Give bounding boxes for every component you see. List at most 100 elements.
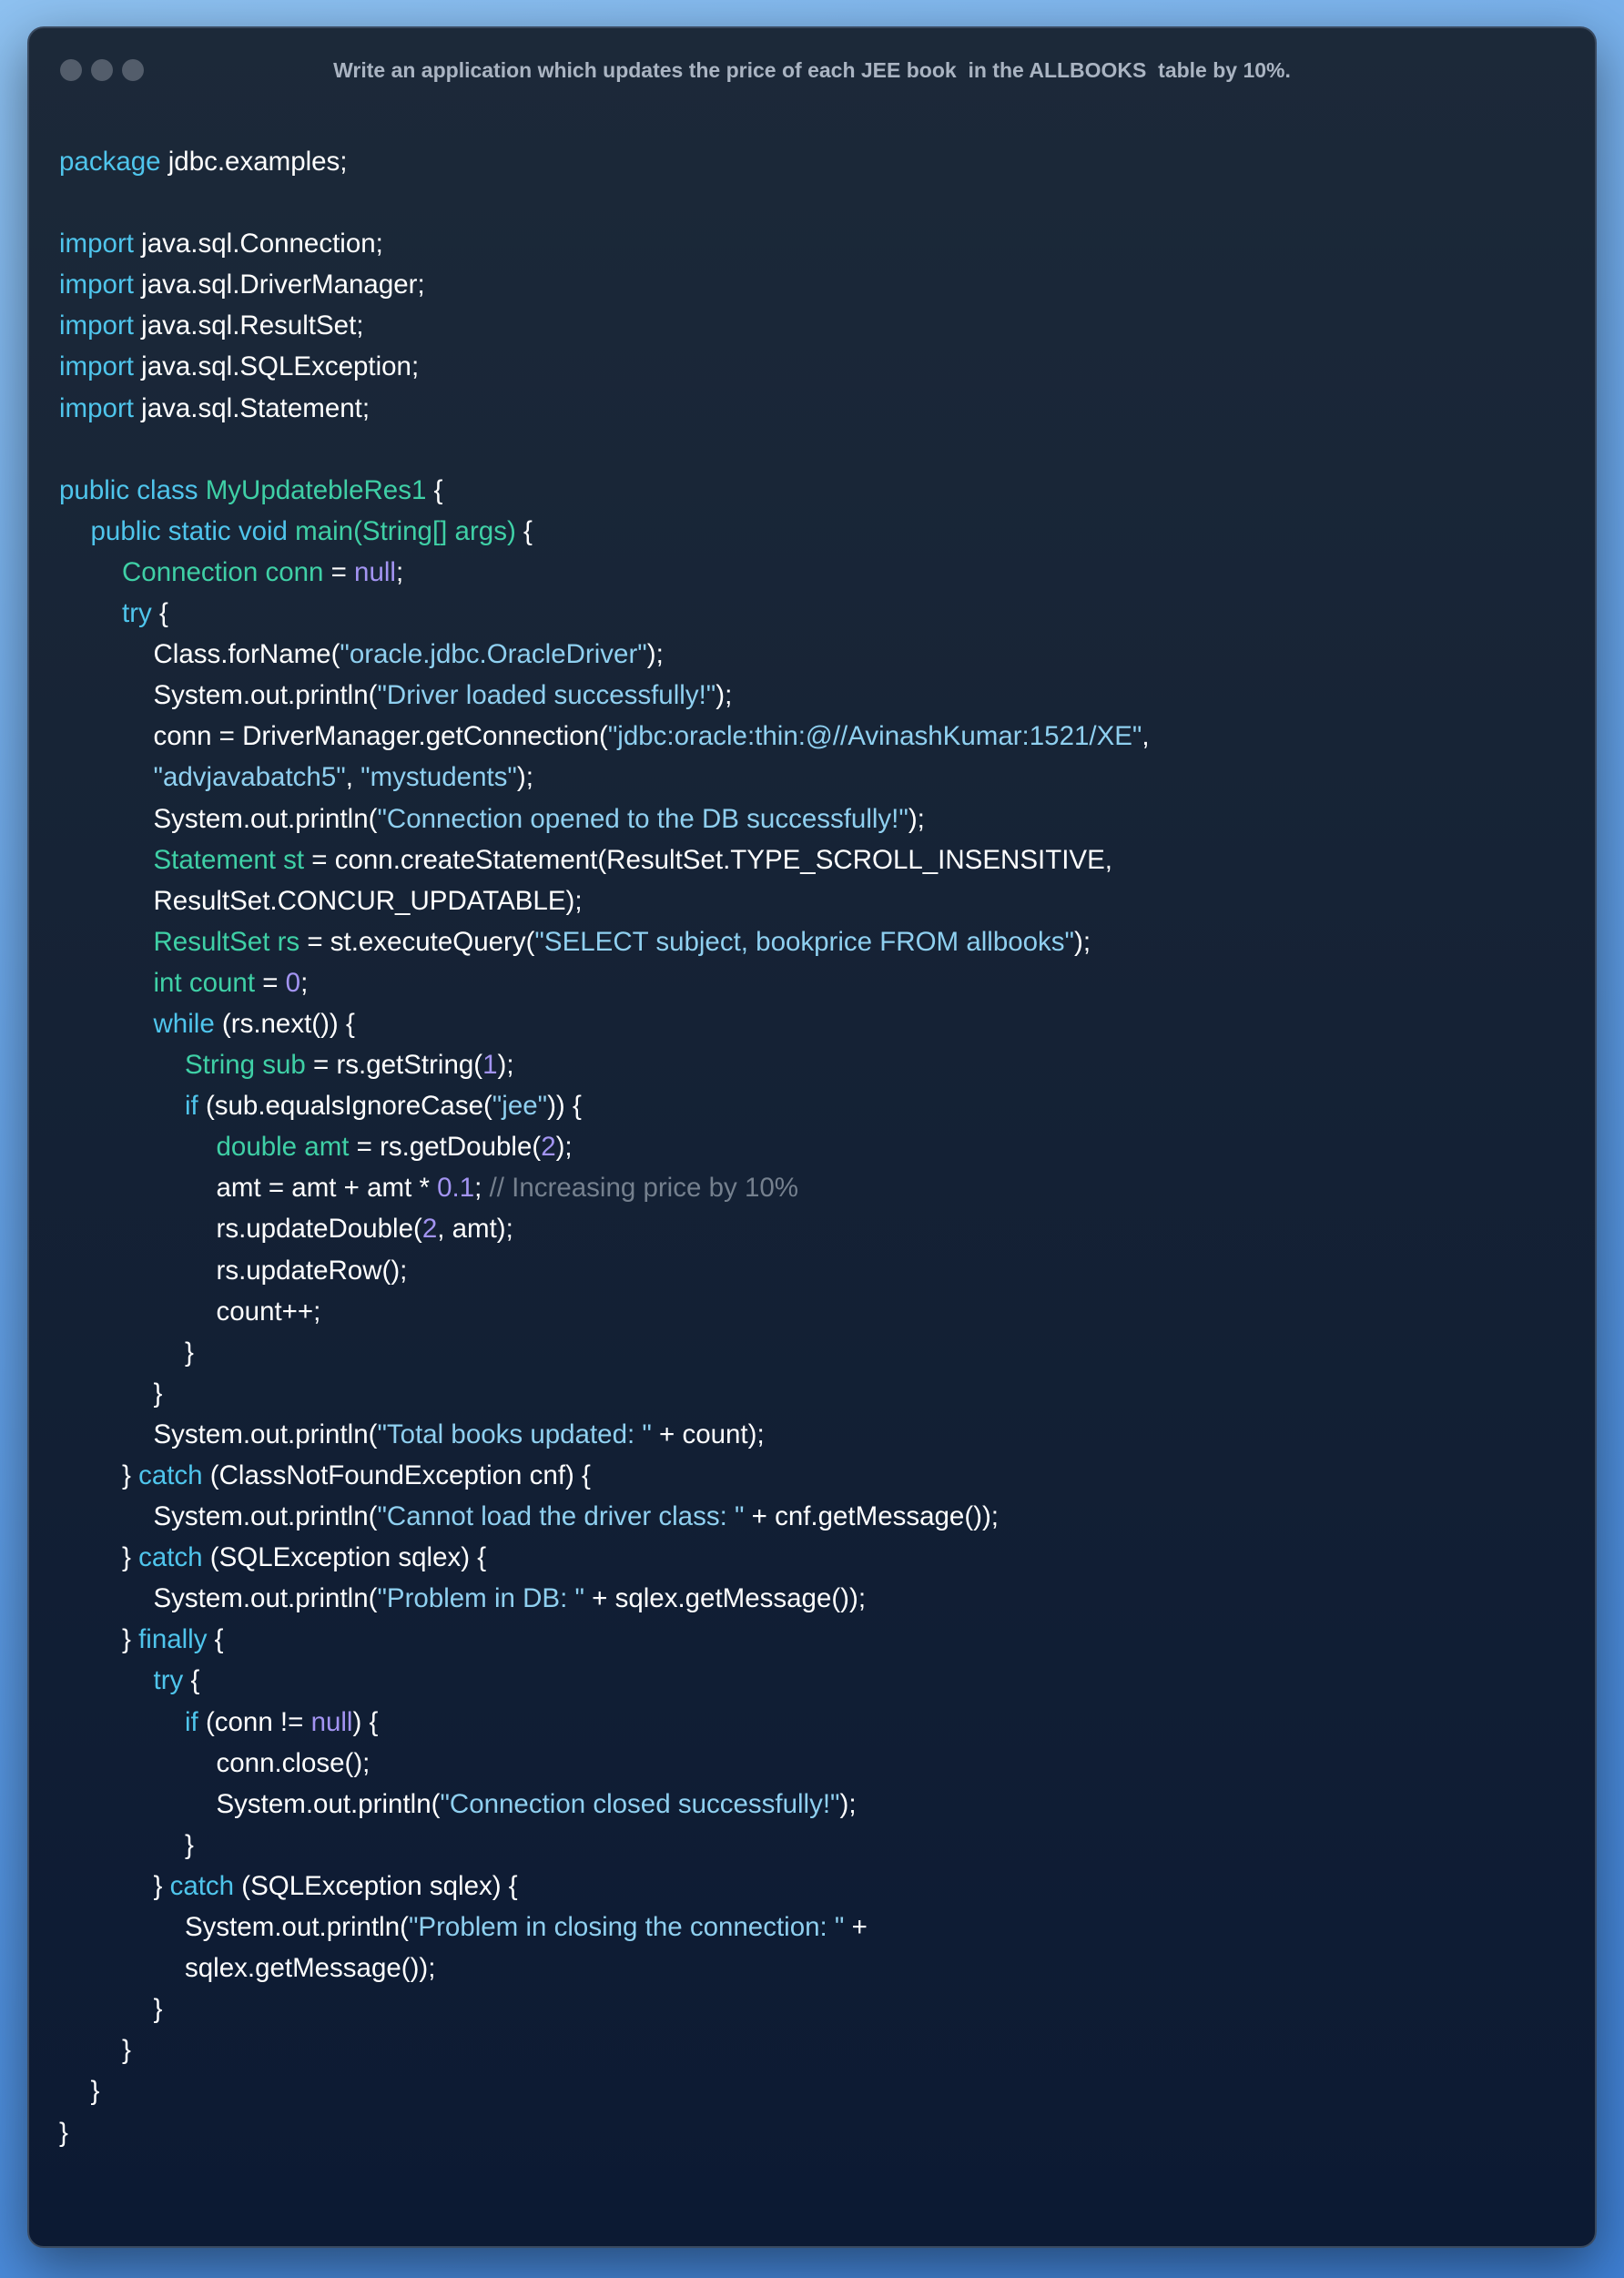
code-token: java.sql.ResultSet;: [133, 310, 364, 341]
code-token: // Increasing price by 10%: [489, 1173, 798, 1204]
code-token: ,: [345, 762, 361, 793]
code-line: try {: [59, 1660, 1568, 1701]
code-token: import: [59, 229, 134, 259]
code-line: } catch (ClassNotFoundException cnf) {: [59, 1455, 1568, 1496]
code-token: (SQLException sqlex) {: [234, 1870, 518, 1901]
code-token: main(String[] args): [295, 515, 516, 546]
code-token: try: [122, 598, 152, 629]
code-token: rs.updateRow();: [216, 1255, 408, 1286]
code-token: "Connection closed successfully!": [440, 1788, 840, 1819]
code-token: finally: [138, 1624, 208, 1655]
code-token: System.out.println(: [153, 680, 378, 711]
code-line: rs.updateRow();: [59, 1250, 1568, 1291]
code-token: (ClassNotFoundException cnf) {: [202, 1460, 591, 1490]
code-token: jdbc.examples;: [160, 147, 348, 177]
code-line: System.out.println("Problem in closing t…: [59, 1907, 1568, 1947]
code-line: rs.updateDouble(2, amt);: [59, 1208, 1568, 1249]
code-token: (rs.next()) {: [214, 1008, 355, 1039]
code-token: Class.forName(: [153, 639, 340, 670]
code-token: =: [255, 967, 286, 998]
code-token: );: [555, 1132, 573, 1163]
code-line: public class MyUpdatebleRes1 {: [59, 470, 1568, 511]
code-line: System.out.println("Connection closed su…: [59, 1784, 1568, 1825]
code-token: = rs.getString(: [305, 1050, 483, 1081]
code-token: {: [151, 598, 168, 629]
code-line: import java.sql.SQLException;: [59, 346, 1568, 387]
code-block: package jdbc.examples; import java.sql.Co…: [59, 141, 1568, 2153]
code-line: System.out.println("Problem in DB: " + s…: [59, 1578, 1568, 1619]
code-token: "oracle.jdbc.OracleDriver": [340, 639, 647, 670]
code-token: catch: [138, 1542, 203, 1573]
code-token: + count);: [651, 1419, 765, 1449]
code-line: }: [59, 2070, 1568, 2111]
code-token: {: [207, 1624, 224, 1655]
code-token: "advjavabatch5": [153, 762, 346, 793]
code-token: 2: [541, 1132, 556, 1163]
code-token: }: [153, 1994, 163, 2025]
code-token: conn = DriverManager.getConnection(: [153, 721, 608, 752]
code-token: "Driver loaded successfully!": [377, 680, 716, 711]
code-token: "jee": [492, 1091, 548, 1122]
code-token: null: [310, 1706, 353, 1737]
code-line: "advjavabatch5", "mystudents");: [59, 757, 1568, 798]
code-line: }: [59, 1825, 1568, 1866]
code-line: Class.forName("oracle.jdbc.OracleDriver"…: [59, 634, 1568, 675]
code-token: import: [59, 392, 134, 423]
code-token: );: [839, 1788, 857, 1819]
code-token: while: [153, 1008, 215, 1039]
code-token: count++;: [216, 1296, 321, 1327]
code-token: }: [122, 1624, 139, 1655]
code-token: }: [153, 1378, 163, 1408]
code-token: ,: [1142, 721, 1150, 752]
code-token: );: [1074, 926, 1091, 957]
code-token: 0.1: [437, 1173, 475, 1204]
code-line: conn = DriverManager.getConnection("jdbc…: [59, 716, 1568, 757]
code-token: (sub.equalsIgnoreCase(: [198, 1091, 492, 1122]
code-line: ResultSet rs = st.executeQuery("SELECT s…: [59, 921, 1568, 962]
code-line: }: [59, 1373, 1568, 1414]
code-token: catch: [169, 1870, 235, 1901]
code-token: "Connection opened to the DB successfull…: [377, 803, 908, 834]
code-line: package jdbc.examples;: [59, 141, 1568, 182]
code-token: + sqlex.getMessage());: [584, 1583, 867, 1614]
code-token: rs.updateDouble(: [216, 1214, 422, 1245]
code-token: ;: [395, 556, 404, 587]
code-line: if (conn != null) {: [59, 1702, 1568, 1743]
code-token: null: [354, 556, 396, 587]
code-token: }: [59, 2117, 68, 2148]
code-token: )) {: [547, 1091, 582, 1122]
code-line: if (sub.equalsIgnoreCase("jee")) {: [59, 1085, 1568, 1126]
code-line: System.out.println("Cannot load the driv…: [59, 1496, 1568, 1537]
code-token: if: [185, 1706, 198, 1737]
code-token: {: [515, 515, 533, 546]
code-token: ResultSet.CONCUR_UPDATABLE);: [153, 885, 583, 916]
window-title: Write an application which updates the p…: [333, 58, 1291, 82]
code-line: System.out.println("Connection opened to…: [59, 798, 1568, 839]
code-line: } finally {: [59, 1619, 1568, 1660]
code-token: Connection conn: [122, 556, 324, 587]
code-token: public class: [59, 474, 206, 505]
window-titlebar: Write an application which updates the p…: [29, 28, 1595, 114]
code-line: String sub = rs.getString(1);: [59, 1044, 1568, 1085]
code-line: }: [59, 1988, 1568, 2029]
code-line: } catch (SQLException sqlex) {: [59, 1866, 1568, 1907]
code-line: import java.sql.DriverManager;: [59, 264, 1568, 305]
code-token: "SELECT subject, bookprice FROM allbooks…: [534, 926, 1075, 957]
code-token: + cnf.getMessage());: [744, 1501, 999, 1532]
code-token: }: [122, 2035, 131, 2066]
code-token: int count: [153, 967, 256, 998]
code-token: System.out.println(: [153, 1419, 378, 1449]
code-line: int count = 0;: [59, 962, 1568, 1003]
code-token: );: [646, 639, 664, 670]
code-line: while (rs.next()) {: [59, 1003, 1568, 1044]
code-token: java.sql.DriverManager;: [133, 269, 425, 300]
code-token: ) {: [352, 1706, 379, 1737]
code-token: );: [497, 1050, 514, 1081]
code-token: double amt: [216, 1132, 350, 1163]
code-token: "mystudents": [360, 762, 517, 793]
code-token: , amt);: [437, 1214, 513, 1245]
code-line: sqlex.getMessage());: [59, 1947, 1568, 1988]
code-token: catch: [138, 1460, 203, 1490]
